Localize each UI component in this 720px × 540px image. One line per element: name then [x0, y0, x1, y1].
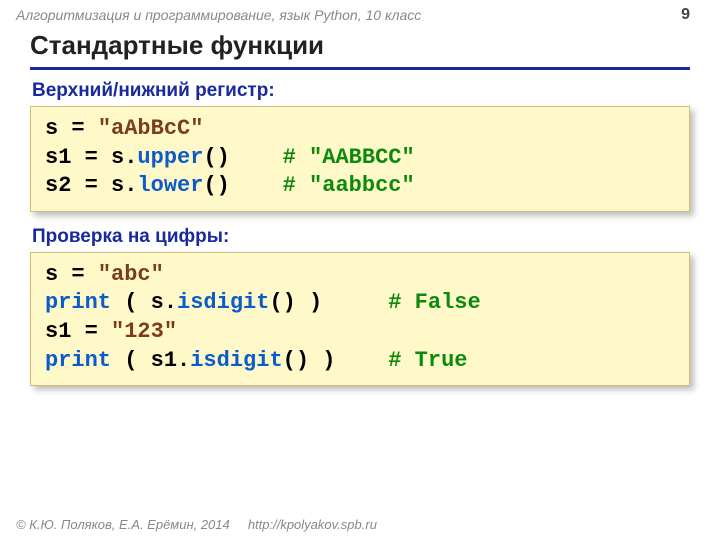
- footer-url: http://kpolyakov.spb.ru: [248, 517, 377, 532]
- code-var: s2: [45, 173, 71, 198]
- section-label-digits: Проверка на цифры:: [32, 226, 690, 248]
- code-keyword: print: [45, 348, 111, 373]
- page-number: 9: [681, 6, 690, 24]
- code-var: s: [111, 145, 124, 170]
- code-text: ): [296, 290, 322, 315]
- code-var: s: [45, 262, 58, 287]
- code-paren: (): [283, 348, 309, 373]
- code-comment: # True: [388, 348, 467, 373]
- code-dot: .: [124, 145, 137, 170]
- code-method: lower: [137, 173, 203, 198]
- code-block-digits: s = "abc" print ( s.isdigit() ) # False …: [30, 252, 690, 386]
- code-dot: .: [124, 173, 137, 198]
- code-op: =: [85, 319, 98, 344]
- code-method: isdigit: [190, 348, 282, 373]
- code-paren: (): [203, 173, 229, 198]
- code-op: =: [85, 145, 98, 170]
- page-title: Стандартные функции: [30, 26, 690, 70]
- code-line: s1 = "123": [45, 318, 675, 347]
- code-var: s: [111, 173, 124, 198]
- code-text: ): [309, 348, 335, 373]
- course-title: Алгоритмизация и программирование, язык …: [16, 7, 421, 23]
- code-paren: (): [203, 145, 229, 170]
- code-line: print ( s1.isdigit() ) # True: [45, 347, 675, 376]
- code-line: s = "abc": [45, 261, 675, 290]
- code-method: isdigit: [177, 290, 269, 315]
- code-line: s = "aAbBcC": [45, 115, 675, 144]
- code-dot: .: [164, 290, 177, 315]
- code-var: s1: [45, 145, 71, 170]
- copyright-text: © К.Ю. Поляков, Е.А. Ерёмин, 2014: [16, 517, 230, 532]
- code-dot: .: [177, 348, 190, 373]
- slide-header: Алгоритмизация и программирование, язык …: [0, 0, 720, 26]
- code-method: upper: [137, 145, 203, 170]
- slide-footer: © К.Ю. Поляков, Е.А. Ерёмин, 2014 http:/…: [0, 517, 720, 540]
- code-paren: (): [269, 290, 295, 315]
- code-string: "123": [111, 319, 177, 344]
- code-line: s1 = s.upper() # "AABBCC": [45, 144, 675, 173]
- code-comment: # False: [388, 290, 480, 315]
- code-line: print ( s.isdigit() ) # False: [45, 289, 675, 318]
- code-string: "abc": [98, 262, 164, 287]
- code-var: s1: [45, 319, 71, 344]
- code-block-case: s = "aAbBcC" s1 = s.upper() # "AABBCC" s…: [30, 106, 690, 212]
- code-op: =: [71, 262, 84, 287]
- code-text: ( s1: [124, 348, 177, 373]
- code-op: =: [85, 173, 98, 198]
- code-text: ( s: [124, 290, 164, 315]
- code-keyword: print: [45, 290, 111, 315]
- code-string: "aAbBcC": [98, 116, 204, 141]
- code-var: s: [45, 116, 58, 141]
- code-comment: # "aabbcc": [283, 173, 415, 198]
- code-comment: # "AABBCC": [283, 145, 415, 170]
- code-op: =: [71, 116, 84, 141]
- code-line: s2 = s.lower() # "aabbcc": [45, 172, 675, 201]
- section-label-case: Верхний/нижний регистр:: [32, 80, 690, 102]
